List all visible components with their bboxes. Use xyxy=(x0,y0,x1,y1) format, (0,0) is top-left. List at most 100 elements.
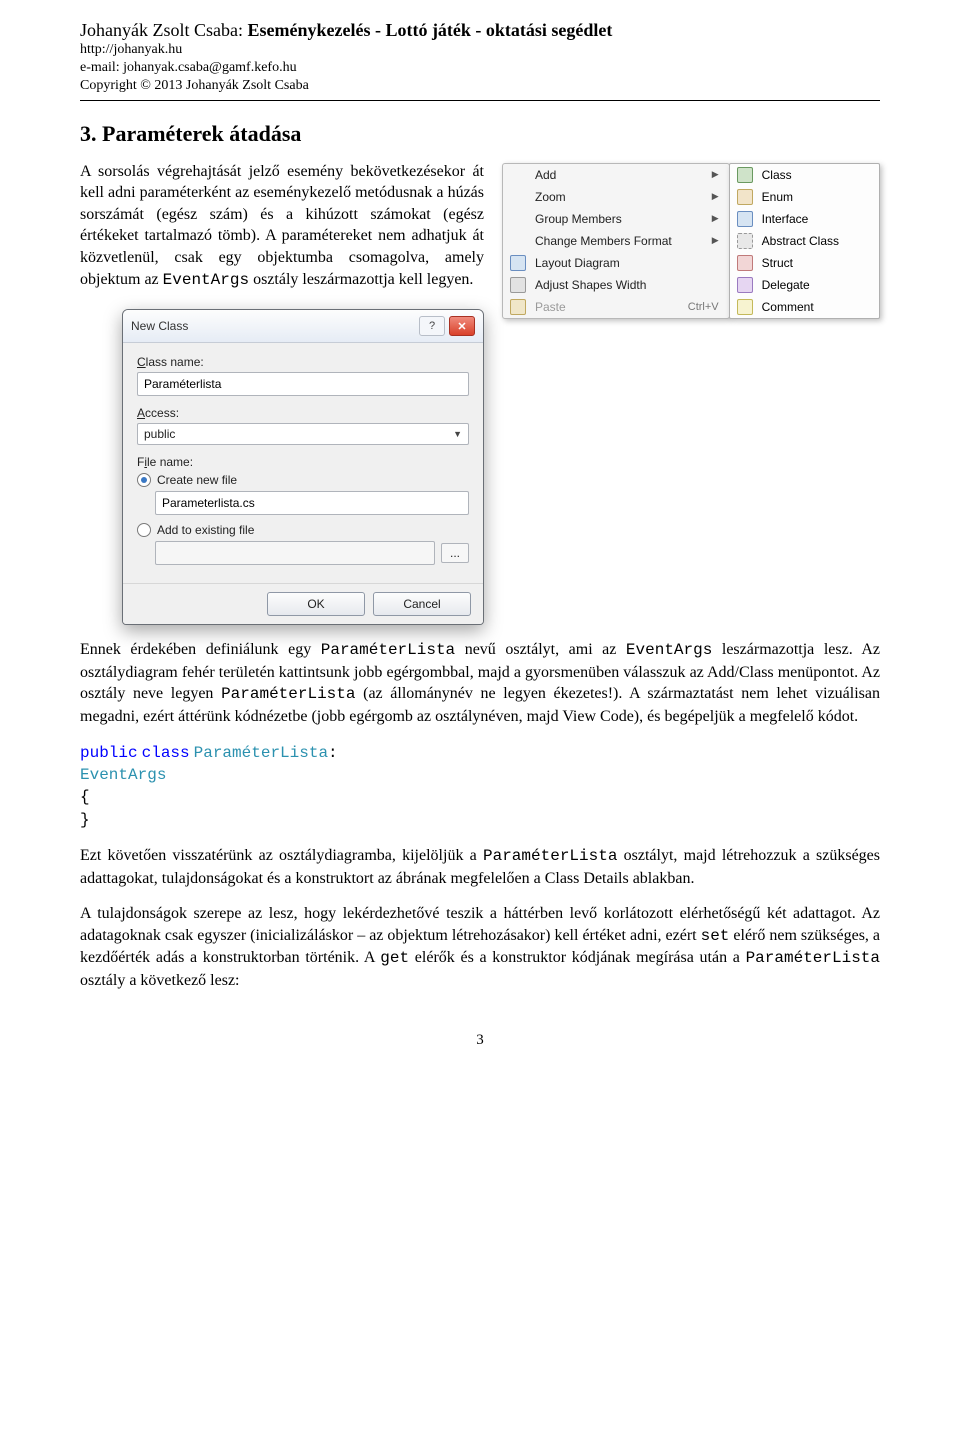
radio-create-new-file[interactable]: Create new file xyxy=(137,473,469,487)
submenu-item-comment[interactable]: Comment xyxy=(730,296,879,318)
radio-icon xyxy=(137,523,151,537)
code-paramlist-4: ParaméterLista xyxy=(746,949,880,967)
menu-item-adjust-width[interactable]: Adjust Shapes Width xyxy=(503,274,729,296)
delegate-icon xyxy=(736,277,754,293)
context-menu: Add ▶ Zoom ▶ Group Members ▶ Change Memb… xyxy=(502,163,730,319)
label-access: Access: xyxy=(137,406,469,420)
code-paramlist-3: ParaméterLista xyxy=(483,847,617,865)
menu-item-layout-diagram[interactable]: Layout Diagram xyxy=(503,252,729,274)
submenu-label: Delegate xyxy=(762,278,869,292)
comment-icon xyxy=(736,299,754,315)
doc-header-line1: Johanyák Zsolt Csaba: Eseménykezelés - L… xyxy=(80,20,880,41)
code-paramlist-2: ParaméterLista xyxy=(221,685,355,703)
submenu-item-abstract-class[interactable]: Abstract Class xyxy=(730,230,879,252)
code-brace-open: { xyxy=(80,786,880,808)
header-rule xyxy=(80,100,880,101)
p1-a: A sorsolás végrehajtását jelző esemény b… xyxy=(80,163,484,288)
access-combobox[interactable]: public ▼ xyxy=(137,423,469,445)
dialog-title: New Class xyxy=(131,319,415,333)
paragraph-4: A tulajdonságok szerepe az lesz, hogy le… xyxy=(80,903,880,991)
submenu-label: Class xyxy=(762,168,869,182)
author-name: Johanyák Zsolt Csaba: xyxy=(80,20,247,40)
blank-icon xyxy=(509,211,527,227)
adjust-icon xyxy=(509,277,527,293)
paste-icon xyxy=(509,299,527,315)
code-brace-close: } xyxy=(80,809,880,831)
menu-shortcut: Ctrl+V xyxy=(688,301,719,313)
create-file-input[interactable] xyxy=(155,491,469,515)
blank-icon xyxy=(509,233,527,249)
submenu-item-delegate[interactable]: Delegate xyxy=(730,274,879,296)
page-number: 3 xyxy=(80,1032,880,1049)
label-class-name: CClass name:lass name: xyxy=(137,355,469,369)
code-eventargs-2: EventArgs xyxy=(626,641,712,659)
ok-button[interactable]: OK xyxy=(267,592,365,616)
dialog-titlebar: New Class ? ✕ xyxy=(123,310,483,343)
menu-label: Layout Diagram xyxy=(535,256,719,270)
new-class-dialog-figure: New Class ? ✕ CClass name:lass name: Acc… xyxy=(122,309,484,625)
kw-public: public xyxy=(80,744,138,762)
cancel-button[interactable]: Cancel xyxy=(373,592,471,616)
menu-item-add[interactable]: Add ▶ xyxy=(503,164,729,186)
p1-b: osztály leszármazottja kell legyen. xyxy=(249,271,473,288)
submenu-label: Enum xyxy=(762,190,869,204)
menu-item-paste: Paste Ctrl+V xyxy=(503,296,729,318)
p4-d: osztály a következő lesz: xyxy=(80,972,240,989)
p3-a: Ezt követően visszatérünk az osztálydiag… xyxy=(80,847,483,864)
interface-icon xyxy=(736,211,754,227)
struct-icon xyxy=(736,255,754,271)
abstract-class-icon xyxy=(736,233,754,249)
code-set: set xyxy=(701,927,730,945)
p2-b: nevű osztályt, ami az xyxy=(455,641,626,658)
radio-add-existing-file[interactable]: Add to existing file xyxy=(137,523,469,537)
code-eventargs: EventArgs xyxy=(163,271,249,289)
section-heading: 3. Paraméterek átadása xyxy=(80,121,880,147)
submenu-arrow-icon: ▶ xyxy=(712,169,719,180)
layout-icon xyxy=(509,255,527,271)
doc-copyright: Copyright © 2013 Johanyák Zsolt Csaba xyxy=(80,77,880,95)
doc-title: Eseménykezelés - Lottó játék - oktatási … xyxy=(247,20,612,40)
paragraph-3: Ezt követően visszatérünk az osztálydiag… xyxy=(80,845,880,889)
browse-button[interactable]: ... xyxy=(441,543,469,563)
existing-file-input xyxy=(155,541,435,565)
chevron-down-icon: ▼ xyxy=(453,429,462,439)
context-submenu: Class Enum Interface Abstract Class Stru… xyxy=(729,163,880,319)
submenu-item-interface[interactable]: Interface xyxy=(730,208,879,230)
blank-icon xyxy=(509,189,527,205)
submenu-label: Comment xyxy=(762,300,869,314)
radio-icon xyxy=(137,473,151,487)
p2-a: Ennek érdekében definiálunk egy xyxy=(80,641,321,658)
menu-label: Group Members xyxy=(535,212,702,226)
menu-item-group-members[interactable]: Group Members ▶ xyxy=(503,208,729,230)
p4-c: elérők és a konstruktor kódjának megírás… xyxy=(409,949,745,966)
menu-label: Change Members Format xyxy=(535,234,702,248)
class-name-input[interactable] xyxy=(137,372,469,396)
access-value: public xyxy=(144,427,175,441)
submenu-label: Struct xyxy=(762,256,869,270)
submenu-label: Abstract Class xyxy=(762,234,869,248)
code-block: public class ParaméterLista: EventArgs {… xyxy=(80,742,880,832)
radio-add-label: Add to existing file xyxy=(157,523,254,537)
code-paramlist: ParaméterLista xyxy=(321,641,455,659)
submenu-arrow-icon: ▶ xyxy=(712,191,719,202)
submenu-item-struct[interactable]: Struct xyxy=(730,252,879,274)
menu-item-change-format[interactable]: Change Members Format ▶ xyxy=(503,230,729,252)
enum-icon xyxy=(736,189,754,205)
radio-create-label: Create new file xyxy=(157,473,237,487)
close-button[interactable]: ✕ xyxy=(449,316,475,336)
help-button[interactable]: ? xyxy=(419,316,445,336)
submenu-label: Interface xyxy=(762,212,869,226)
menu-item-zoom[interactable]: Zoom ▶ xyxy=(503,186,729,208)
dialog-body: CClass name:lass name: Access: public ▼ … xyxy=(123,343,483,583)
label-file-name: File name: xyxy=(137,455,469,469)
code-class-name: ParaméterLista xyxy=(194,744,328,762)
menu-label: Zoom xyxy=(535,190,702,204)
submenu-item-enum[interactable]: Enum xyxy=(730,186,879,208)
code-colon: : xyxy=(328,744,338,762)
menu-label: Adjust Shapes Width xyxy=(535,278,719,292)
context-menu-figure: Add ▶ Zoom ▶ Group Members ▶ Change Memb… xyxy=(502,163,880,319)
code-base-name: EventArgs xyxy=(80,766,166,784)
kw-class: class xyxy=(142,744,190,762)
submenu-item-class[interactable]: Class xyxy=(730,164,879,186)
code-get: get xyxy=(380,949,409,967)
